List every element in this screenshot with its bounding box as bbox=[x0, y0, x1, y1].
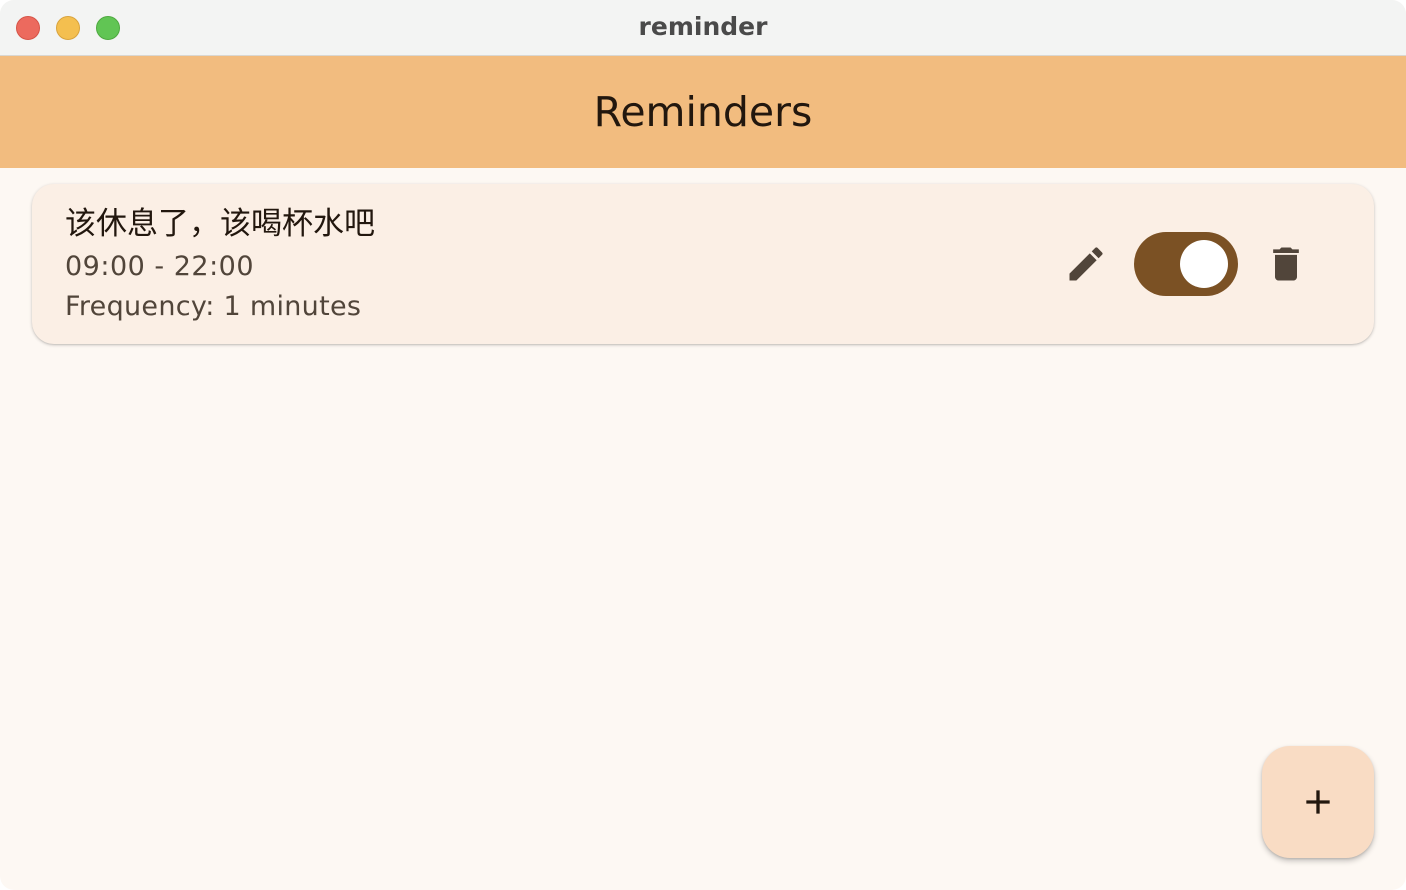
reminder-title: 该休息了，该喝杯水吧 bbox=[65, 206, 375, 242]
page-title: Reminders bbox=[593, 88, 813, 136]
reminder-enabled-toggle[interactable] bbox=[1134, 232, 1238, 296]
app-window: reminder Reminders 该休息了，该喝杯水吧 09:00 - 22… bbox=[0, 0, 1406, 890]
toggle-thumb bbox=[1180, 240, 1228, 288]
plus-icon bbox=[1306, 790, 1330, 814]
window-title: reminder bbox=[638, 12, 768, 41]
reminder-card[interactable]: 该休息了，该喝杯水吧 09:00 - 22:00 Frequency: 1 mi… bbox=[32, 184, 1374, 344]
window-titlebar[interactable]: reminder bbox=[0, 0, 1406, 56]
trash-icon bbox=[1273, 247, 1299, 281]
reminder-time-range: 09:00 - 22:00 bbox=[65, 251, 255, 282]
edit-reminder-button[interactable] bbox=[1058, 236, 1114, 292]
app-bar: Reminders bbox=[0, 56, 1406, 168]
delete-reminder-button[interactable] bbox=[1258, 236, 1314, 292]
pencil-icon bbox=[1069, 247, 1103, 281]
reminder-frequency: Frequency: 1 minutes bbox=[65, 291, 362, 322]
add-reminder-button[interactable] bbox=[1262, 746, 1374, 858]
